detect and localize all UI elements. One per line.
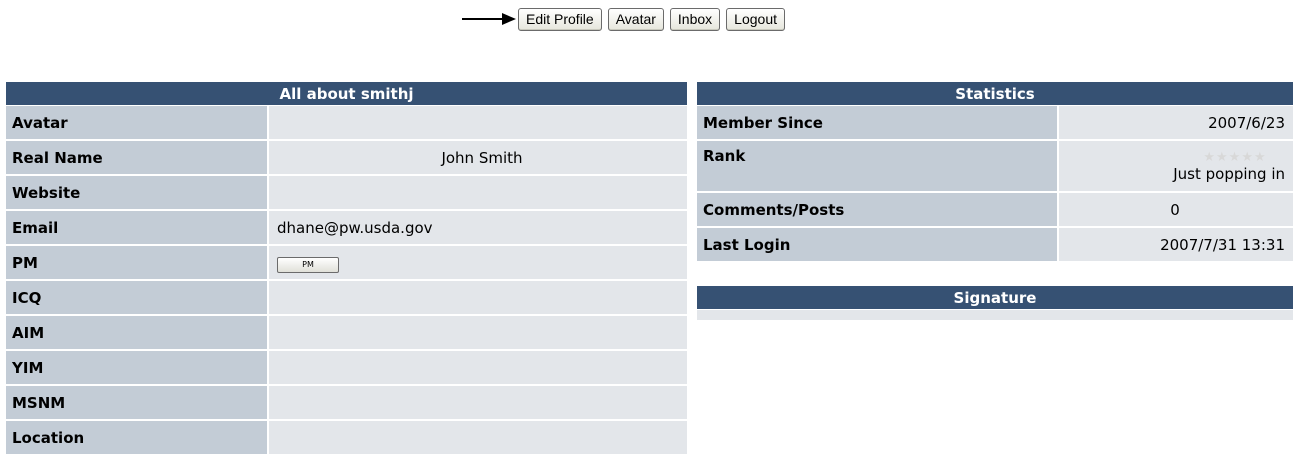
last-login-value: 2007/7/31 13:31: [1059, 228, 1293, 263]
icq-value: [269, 281, 687, 316]
logout-button[interactable]: Logout: [726, 7, 785, 31]
aim-label: AIM: [6, 316, 269, 351]
location-value: [269, 421, 687, 456]
email-value[interactable]: dhane@pw.usda.gov: [269, 211, 687, 246]
table-row: Email dhane@pw.usda.gov: [6, 211, 687, 246]
arrow-right-icon: [462, 13, 516, 25]
real-name-label: Real Name: [6, 141, 269, 176]
statistics-title: Statistics: [697, 82, 1293, 106]
yim-label: YIM: [6, 351, 269, 386]
inbox-button[interactable]: Inbox: [669, 7, 721, 31]
table-row: Location: [6, 421, 687, 456]
table-row: Last Login 2007/7/31 13:31: [697, 228, 1293, 263]
member-since-label: Member Since: [697, 106, 1059, 141]
edit-profile-button[interactable]: Edit Profile: [518, 7, 602, 31]
table-row: Rank ★★★★★ Just popping in: [697, 141, 1293, 193]
rank-label: Rank: [697, 141, 1059, 193]
yim-value: [269, 351, 687, 386]
member-since-value: 2007/6/23: [1059, 106, 1293, 141]
aim-value: [269, 316, 687, 351]
profile-table-title: All about smithj: [6, 82, 687, 106]
table-row: MSNM: [6, 386, 687, 421]
location-label: Location: [6, 421, 269, 456]
table-row: Comments/Posts 0: [697, 193, 1293, 228]
star-icon: ★★★★★: [1203, 150, 1267, 165]
table-row: Real Name John Smith: [6, 141, 687, 176]
website-label: Website: [6, 176, 269, 211]
pm-label: PM: [6, 246, 269, 281]
rank-value: ★★★★★ Just popping in: [1059, 141, 1293, 193]
email-label: Email: [6, 211, 269, 246]
pm-cell: PM: [269, 246, 687, 281]
pm-button[interactable]: PM: [277, 256, 339, 273]
avatar-value: [269, 106, 687, 141]
table-row: YIM: [6, 351, 687, 386]
comments-posts-label: Comments/Posts: [697, 193, 1059, 228]
statistics-table: Statistics Member Since 2007/6/23 Rank ★…: [697, 82, 1293, 263]
table-row: PM PM: [6, 246, 687, 281]
comments-posts-value: 0: [1059, 193, 1293, 228]
profile-toolbar: Edit Profile Avatar Inbox Logout: [462, 7, 791, 31]
msnm-value: [269, 386, 687, 421]
signature-value: [697, 310, 1293, 320]
website-value[interactable]: [269, 176, 687, 211]
last-login-label: Last Login: [697, 228, 1059, 263]
profile-table: All about smithj Avatar Real Name John S…: [6, 82, 687, 456]
icq-label: ICQ: [6, 281, 269, 316]
signature-title: Signature: [697, 286, 1293, 310]
signature-table: Signature: [697, 286, 1293, 320]
table-row: Website: [6, 176, 687, 211]
rank-title: Just popping in: [1173, 165, 1285, 183]
table-row: AIM: [6, 316, 687, 351]
table-row: ICQ: [6, 281, 687, 316]
avatar-button[interactable]: Avatar: [607, 7, 664, 31]
real-name-value: John Smith: [269, 141, 687, 176]
avatar-label: Avatar: [6, 106, 269, 141]
msnm-label: MSNM: [6, 386, 269, 421]
table-row: Member Since 2007/6/23: [697, 106, 1293, 141]
table-row: Avatar: [6, 106, 687, 141]
